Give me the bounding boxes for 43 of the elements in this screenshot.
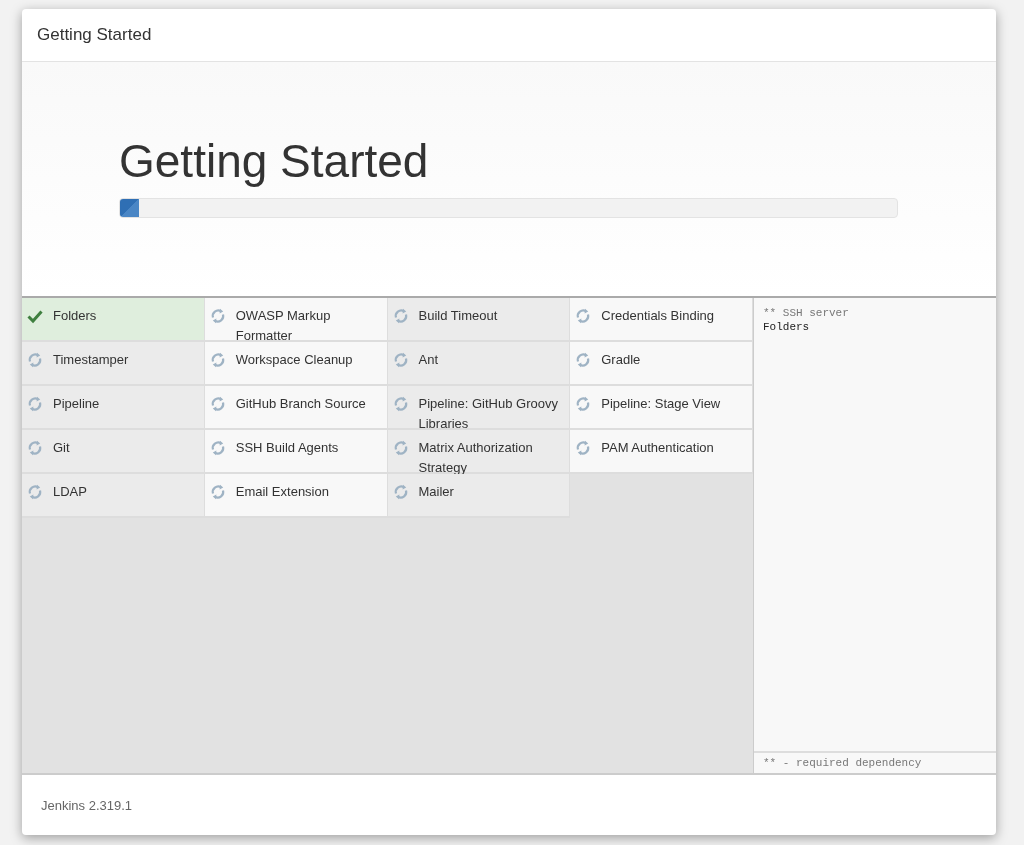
plugin-name: Pipeline — [53, 395, 100, 413]
plugin-name: Pipeline: Stage View — [601, 395, 721, 413]
plugin-name: Gradle — [601, 351, 641, 369]
plugin-name: PAM Authentication — [601, 439, 714, 457]
refresh-icon — [27, 352, 43, 368]
plugin-name: SSH Build Agents — [235, 439, 339, 457]
plugin-name: Ant — [418, 351, 438, 369]
plugin-name: Workspace Cleanup — [235, 351, 353, 369]
plugin-name: Pipeline: GitHub Groovy Libraries — [418, 395, 559, 433]
plugin-name: Mailer — [418, 483, 454, 501]
plugin-name: OWASP Markup Formatter — [235, 307, 332, 345]
plugin-name: Credentials Binding — [601, 307, 714, 325]
plugin-name: Build Timeout — [418, 307, 498, 325]
plugin-name: LDAP — [53, 483, 87, 501]
refresh-icon — [392, 396, 409, 412]
plugin-name: GitHub Branch Source — [235, 395, 366, 413]
refresh-icon — [575, 308, 592, 324]
refresh-icon — [392, 440, 409, 456]
refresh-icon — [575, 440, 592, 456]
version-label: Jenkins 2.319.1 — [41, 797, 133, 813]
refresh-icon — [575, 396, 592, 412]
refresh-icon — [392, 308, 409, 324]
log-line: Folders — [763, 320, 811, 334]
refresh-icon — [392, 484, 409, 500]
refresh-icon — [209, 308, 226, 324]
refresh-icon — [209, 484, 226, 500]
plugin-name: Email Extension — [235, 483, 329, 501]
refresh-icon — [27, 440, 43, 456]
refresh-icon — [209, 352, 226, 368]
refresh-icon — [209, 440, 226, 456]
refresh-icon — [27, 484, 43, 500]
refresh-icon — [392, 352, 409, 368]
window-title: Getting Started — [37, 25, 152, 45]
plugin-name: Folders — [53, 307, 97, 325]
checkmark-icon — [27, 308, 43, 324]
log-line: ** SSH server — [763, 306, 850, 320]
legend-text: ** - required dependency — [754, 751, 996, 773]
refresh-icon — [27, 396, 43, 412]
refresh-icon — [209, 396, 226, 412]
refresh-icon — [575, 352, 592, 368]
plugin-name: Matrix Authorization Strategy — [418, 439, 534, 477]
plugin-name: Git — [53, 439, 70, 457]
plugin-name: Timestamper — [53, 351, 129, 369]
